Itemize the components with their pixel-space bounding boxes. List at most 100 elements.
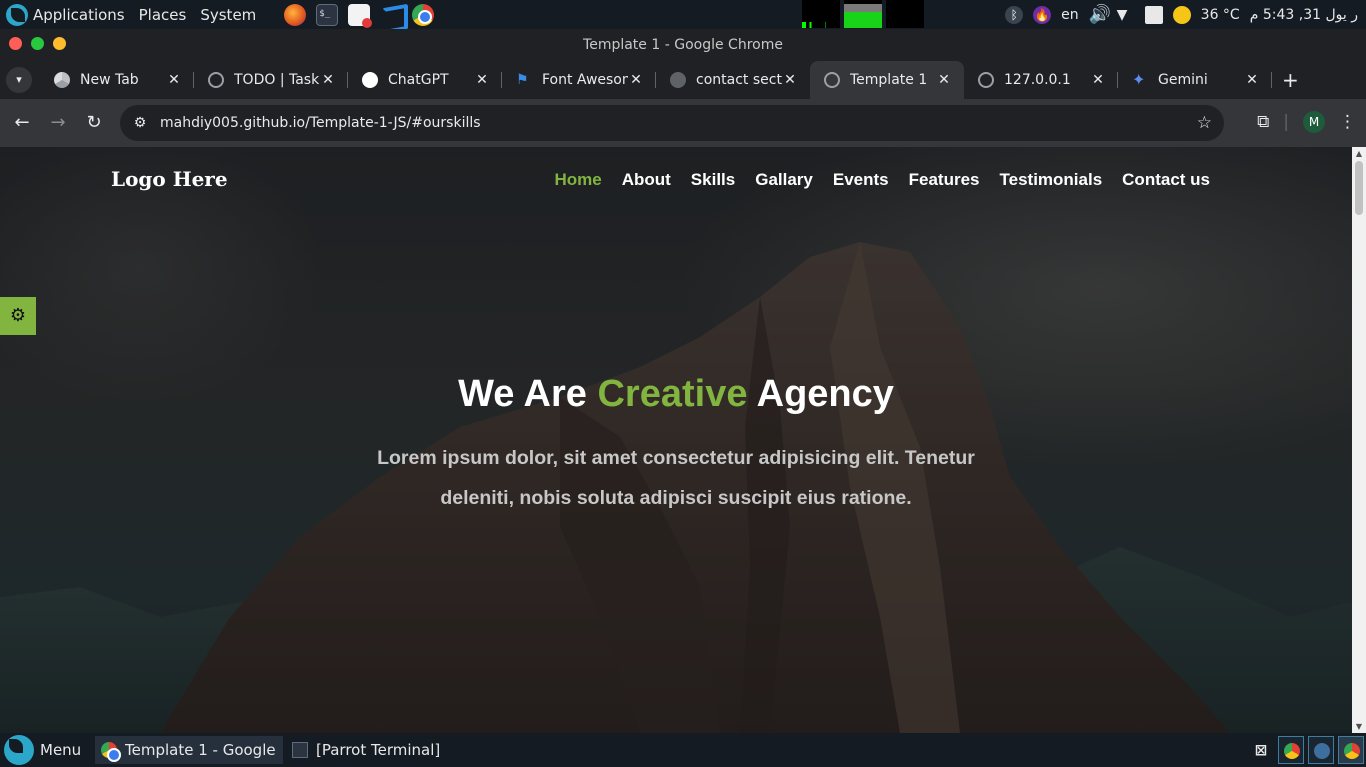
tab-gemini[interactable]: ✦ Gemini ✕ xyxy=(1118,61,1272,99)
scroll-up-arrow-icon[interactable]: ▲ xyxy=(1355,149,1363,158)
tab-label: ChatGPT xyxy=(388,72,449,88)
taskbar-menu-button[interactable]: Menu xyxy=(0,735,92,765)
close-tab-icon[interactable]: ✕ xyxy=(166,72,182,88)
new-tab-button[interactable]: + xyxy=(1282,68,1299,92)
memory-graph xyxy=(844,0,882,28)
clock[interactable]: ر یول 31, 5:43 م xyxy=(1250,7,1358,23)
address-bar[interactable]: ⚙ mahdiy005.github.io/Template-1-JS/#our… xyxy=(120,105,1224,141)
close-tab-icon[interactable]: ✕ xyxy=(320,72,336,88)
hero-title-suffix: Agency xyxy=(756,373,894,415)
site-logo[interactable]: Logo Here xyxy=(111,167,228,191)
keyboard-layout[interactable]: en xyxy=(1061,7,1079,23)
profile-avatar[interactable]: M xyxy=(1303,111,1325,133)
nav-link-events[interactable]: Events xyxy=(833,170,889,190)
workspace-switcher: ⊠ xyxy=(1248,736,1364,764)
panel-menu-places[interactable]: Places xyxy=(139,6,187,24)
close-tab-icon[interactable]: ✕ xyxy=(474,72,490,88)
workspace-app-icon[interactable] xyxy=(1308,736,1334,764)
vscode-icon[interactable] xyxy=(380,4,402,26)
tab-template-1[interactable]: Template 1 ✕ xyxy=(810,61,964,99)
bookmark-star-icon[interactable]: ☆ xyxy=(1197,113,1212,133)
network-graph xyxy=(886,0,924,28)
close-tab-icon[interactable]: ✕ xyxy=(1244,72,1260,88)
scrollbar-thumb[interactable] xyxy=(1355,161,1363,215)
system-tray: ᛒ 🔥 en 🔊 ▼ 36 °C ر یول 31, 5:43 م xyxy=(1005,0,1366,29)
weather-icon[interactable] xyxy=(1172,5,1191,24)
terminal-icon xyxy=(292,742,308,758)
tab-label: TODO | Tasks xyxy=(234,72,320,88)
tab-label: Font Awesome xyxy=(542,72,628,88)
battery-icon[interactable] xyxy=(1144,5,1163,24)
flame-icon[interactable]: 🔥 xyxy=(1033,5,1052,24)
tab-label: 127.0.0.1 xyxy=(1004,72,1071,88)
tab-new-tab[interactable]: New Tab ✕ xyxy=(40,61,194,99)
taskbar-item-chrome[interactable]: Template 1 - Google C... xyxy=(95,736,283,764)
browser-toolbar: ← → ↻ ⚙ mahdiy005.github.io/Template-1-J… xyxy=(0,99,1366,147)
nav-link-about[interactable]: About xyxy=(622,170,671,190)
site-info-icon[interactable]: ⚙ xyxy=(130,115,150,131)
chrome-icon[interactable] xyxy=(412,3,435,26)
close-window-button[interactable] xyxy=(9,37,22,50)
tab-label: Template 1 xyxy=(850,72,928,88)
hero-title-highlight: Creative xyxy=(597,373,748,415)
close-tab-icon[interactable]: ✕ xyxy=(782,72,798,88)
volume-icon[interactable]: 🔊 xyxy=(1089,5,1111,24)
tab-label: New Tab xyxy=(80,72,139,88)
hero-title: We Are Creative Agency xyxy=(0,373,1352,416)
extensions-icon[interactable]: ⧉ xyxy=(1257,112,1269,132)
panel-menu-applications[interactable]: Applications xyxy=(33,6,125,24)
archive-icon[interactable]: ⊠ xyxy=(1248,736,1274,764)
flag-favicon: ⚑ xyxy=(516,72,529,88)
reload-button[interactable]: ↻ xyxy=(76,105,112,141)
chrome-menu-icon[interactable]: ⋮ xyxy=(1339,112,1356,132)
chrome-favicon xyxy=(54,72,70,88)
github-favicon xyxy=(670,72,686,88)
close-tab-icon[interactable]: ✕ xyxy=(936,72,952,88)
parrot-logo-icon xyxy=(4,735,34,765)
scroll-down-arrow-icon[interactable]: ▼ xyxy=(1355,722,1363,731)
tab-label: Gemini xyxy=(1158,72,1208,88)
panel-menu-system[interactable]: System xyxy=(200,6,256,24)
back-button[interactable]: ← xyxy=(4,105,40,141)
taskbar-menu-label: Menu xyxy=(40,741,82,759)
chatgpt-favicon xyxy=(362,72,378,88)
url-text[interactable]: mahdiy005.github.io/Template-1-JS/#oursk… xyxy=(160,115,481,131)
close-tab-icon[interactable]: ✕ xyxy=(1090,72,1106,88)
wifi-icon[interactable]: ▼ xyxy=(1117,6,1135,24)
main-nav: Home About Skills Gallary Events Feature… xyxy=(554,170,1210,190)
taskbar-item-label: [Parrot Terminal] xyxy=(316,741,441,759)
settings-gear-icon[interactable]: ⚙ xyxy=(0,297,36,335)
maximize-window-button[interactable] xyxy=(31,37,44,50)
workspace-chrome-active-icon[interactable] xyxy=(1338,736,1364,764)
page-scrollbar[interactable]: ▲ ▼ xyxy=(1352,147,1366,733)
bluetooth-icon[interactable]: ᛒ xyxy=(1005,5,1024,24)
tab-chatgpt[interactable]: ChatGPT ✕ xyxy=(348,61,502,99)
tab-search-chevron-icon[interactable]: ▾ xyxy=(6,67,32,93)
nav-link-contact-us[interactable]: Contact us xyxy=(1122,170,1210,190)
minimize-window-button[interactable] xyxy=(53,37,66,50)
forward-button[interactable]: → xyxy=(40,105,76,141)
tab-label: contact section xyxy=(696,72,782,88)
tab-font-awesome[interactable]: ⚑ Font Awesome ✕ xyxy=(502,61,656,99)
tab-localhost[interactable]: 127.0.0.1 ✕ xyxy=(964,61,1118,99)
text-editor-icon[interactable] xyxy=(348,3,373,28)
close-tab-icon[interactable]: ✕ xyxy=(628,72,644,88)
temperature[interactable]: 36 °C xyxy=(1201,7,1240,23)
terminal-icon[interactable]: $_ xyxy=(316,3,339,26)
firefox-icon[interactable] xyxy=(284,3,307,26)
system-top-panel: Applications Places System $_ ᛒ 🔥 en 🔊 ▼… xyxy=(0,0,1366,29)
globe-favicon xyxy=(208,72,224,88)
parrot-menu-icon[interactable] xyxy=(6,3,28,26)
nav-link-home[interactable]: Home xyxy=(554,170,601,190)
nav-link-gallary[interactable]: Gallary xyxy=(755,170,813,190)
toolbar-divider: | xyxy=(1283,112,1289,132)
tab-contact-section[interactable]: contact section ✕ xyxy=(656,61,810,99)
gemini-favicon: ✦ xyxy=(1132,70,1146,89)
taskbar-item-terminal[interactable]: [Parrot Terminal] xyxy=(286,736,446,764)
tab-todo[interactable]: TODO | Tasks ✕ xyxy=(194,61,348,99)
workspace-chrome-icon[interactable] xyxy=(1278,736,1304,764)
nav-link-features[interactable]: Features xyxy=(909,170,980,190)
nav-link-testimonials[interactable]: Testimonials xyxy=(1000,170,1103,190)
nav-link-skills[interactable]: Skills xyxy=(691,170,735,190)
globe-favicon xyxy=(978,72,994,88)
